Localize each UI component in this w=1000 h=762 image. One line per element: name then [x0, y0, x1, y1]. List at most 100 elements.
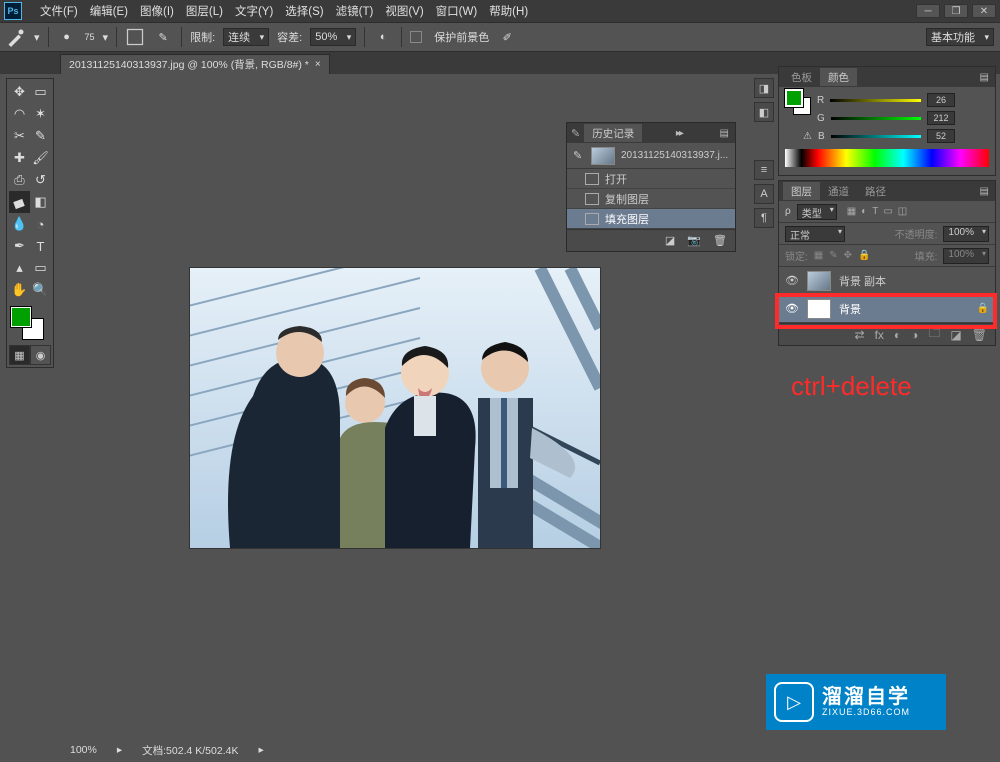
menu-window[interactable]: 窗口(W) — [430, 3, 484, 19]
blend-mode-dropdown[interactable]: 正常 — [785, 226, 845, 242]
adjustment-icon[interactable]: ◑ — [911, 328, 918, 342]
airbrush-icon[interactable]: ✎ — [153, 27, 173, 47]
foreground-swatch[interactable] — [11, 307, 31, 327]
collapse-icon[interactable]: ▸▸ — [672, 128, 686, 139]
pen-tool[interactable]: ✒ — [9, 235, 30, 257]
r-slider[interactable] — [830, 95, 921, 105]
dock-icon-2[interactable]: ◧ — [754, 102, 774, 122]
menu-view[interactable]: 视图(V) — [379, 3, 429, 19]
limit-dropdown[interactable]: 连续 — [223, 28, 269, 46]
create-doc-icon[interactable]: ◪ — [665, 234, 675, 247]
zoom-level[interactable]: 100% — [70, 744, 97, 756]
gradient-tool[interactable]: ◧ — [30, 191, 51, 213]
history-step[interactable]: 打开 — [567, 169, 735, 189]
menu-help[interactable]: 帮助(H) — [483, 3, 534, 19]
visibility-icon[interactable]: 👁 — [785, 302, 799, 315]
panel-menu-icon[interactable]: ▤ — [976, 72, 991, 83]
g-value[interactable]: 212 — [927, 111, 955, 125]
new-layer-icon[interactable]: ◪ — [950, 328, 961, 342]
dock-icon-1[interactable]: ◨ — [754, 78, 774, 98]
g-slider[interactable] — [831, 113, 921, 123]
menu-image[interactable]: 图像(I) — [134, 3, 180, 19]
trash-icon[interactable]: 🗑 — [972, 328, 987, 342]
layer-name[interactable]: 背景 副本 — [839, 273, 886, 289]
paths-tab[interactable]: 路径 — [857, 182, 894, 200]
filter-adjust-icon[interactable]: ◐ — [861, 206, 867, 217]
layers-tab[interactable]: 图层 — [783, 182, 820, 200]
healing-tool[interactable]: ✚ — [9, 147, 30, 169]
gamut-warn-icon[interactable]: ⚠ — [803, 131, 812, 142]
b-slider[interactable] — [831, 131, 921, 141]
trash-icon[interactable]: 🗑 — [713, 234, 727, 247]
panel-fg-swatch[interactable] — [785, 89, 803, 107]
filter-pixel-icon[interactable]: ▦ — [847, 206, 856, 217]
shape-tool[interactable]: ▭ — [30, 257, 51, 279]
filter-type-icon[interactable]: T — [872, 206, 878, 217]
lasso-tool[interactable]: ◠ — [9, 103, 30, 125]
fill-value[interactable]: 100% — [943, 248, 989, 264]
menu-select[interactable]: 选择(S) — [279, 3, 329, 19]
filter-smart-icon[interactable]: ◫ — [898, 206, 907, 217]
layer-thumb[interactable] — [807, 271, 831, 291]
pressure-icon[interactable]: ✐ — [497, 27, 517, 47]
dock-icon-4[interactable]: A — [754, 184, 774, 204]
tolerance-dropdown[interactable]: 50% — [310, 28, 356, 46]
link-icon[interactable]: ⇄ — [855, 328, 865, 342]
panel-menu-icon[interactable]: ▤ — [976, 186, 991, 197]
layer-thumb[interactable] — [807, 299, 831, 319]
minimize-button[interactable]: ─ — [916, 4, 940, 18]
dodge-tool[interactable]: ◔ — [30, 213, 51, 235]
eraser-tool[interactable] — [9, 191, 30, 213]
opacity-value[interactable]: 100% — [943, 226, 989, 242]
standard-mode-icon[interactable]: ▦ — [9, 345, 30, 365]
workspace-switcher[interactable]: 基本功能 — [926, 28, 994, 46]
close-tab-icon[interactable]: × — [315, 59, 321, 70]
current-tool-icon[interactable] — [6, 27, 26, 47]
menu-type[interactable]: 文字(Y) — [229, 3, 279, 19]
lock-all-icon[interactable]: 🔒 — [858, 250, 870, 261]
fx-icon[interactable]: fx — [875, 328, 884, 342]
brush-panel-icon[interactable] — [125, 27, 145, 47]
maximize-button[interactable]: ❐ — [944, 4, 968, 18]
protect-fg-checkbox[interactable] — [410, 31, 422, 43]
rect-marquee-tool[interactable]: ▭ — [30, 81, 51, 103]
snapshot-icon[interactable]: 📷 — [687, 234, 701, 247]
angle-icon[interactable]: ◐ — [373, 27, 393, 47]
lock-pixels-icon[interactable]: ✎ — [829, 250, 837, 261]
doc-size[interactable]: 文档:502.4 K/502.4K — [142, 743, 238, 758]
history-tab[interactable]: 历史记录 — [584, 124, 642, 142]
brush-preset-icon[interactable]: ● — [57, 27, 77, 47]
history-brush-tool[interactable]: ↺ — [30, 169, 51, 191]
eyedropper-tool[interactable]: ✎ — [30, 125, 51, 147]
mask-icon[interactable]: ◐ — [894, 328, 901, 342]
channels-tab[interactable]: 通道 — [820, 182, 857, 200]
zoom-tool[interactable]: 🔍 — [30, 279, 51, 301]
quick-mask-icon[interactable]: ◉ — [30, 345, 51, 365]
panel-menu-icon[interactable]: ▤ — [716, 128, 731, 139]
stamp-tool[interactable]: ⎙ — [9, 169, 30, 191]
dock-icon-3[interactable]: ≡ — [754, 160, 774, 180]
menu-edit[interactable]: 编辑(E) — [84, 3, 134, 19]
close-button[interactable]: ✕ — [972, 4, 996, 18]
document-tab[interactable]: 20131125140313937.jpg @ 100% (背景, RGB/8#… — [60, 54, 330, 74]
history-snapshot[interactable]: ✎ 20131125140313937.j... — [567, 143, 735, 169]
brush-tool[interactable]: 🖌 — [30, 147, 51, 169]
layer-name[interactable]: 背景 — [839, 301, 861, 317]
move-tool[interactable]: ✥ — [9, 81, 30, 103]
lock-pos-icon[interactable]: ✥ — [844, 250, 852, 261]
hand-tool[interactable]: ✋ — [9, 279, 30, 301]
r-value[interactable]: 26 — [927, 93, 955, 107]
menu-file[interactable]: 文件(F) — [34, 3, 84, 19]
lock-trans-icon[interactable]: ▦ — [814, 250, 823, 261]
blur-tool[interactable]: 💧 — [9, 213, 30, 235]
b-value[interactable]: 52 — [927, 129, 955, 143]
type-tool[interactable]: T — [30, 235, 51, 257]
document-canvas[interactable] — [190, 268, 600, 548]
history-step[interactable]: 复制图层 — [567, 189, 735, 209]
group-icon[interactable]: 🗀 — [928, 324, 940, 345]
history-step[interactable]: 填充图层 — [567, 209, 735, 229]
crop-tool[interactable]: ✂ — [9, 125, 30, 147]
quick-select-tool[interactable]: ✶ — [30, 103, 51, 125]
menu-filter[interactable]: 滤镜(T) — [330, 3, 380, 19]
history-brush-icon[interactable]: ✎ — [571, 127, 580, 140]
